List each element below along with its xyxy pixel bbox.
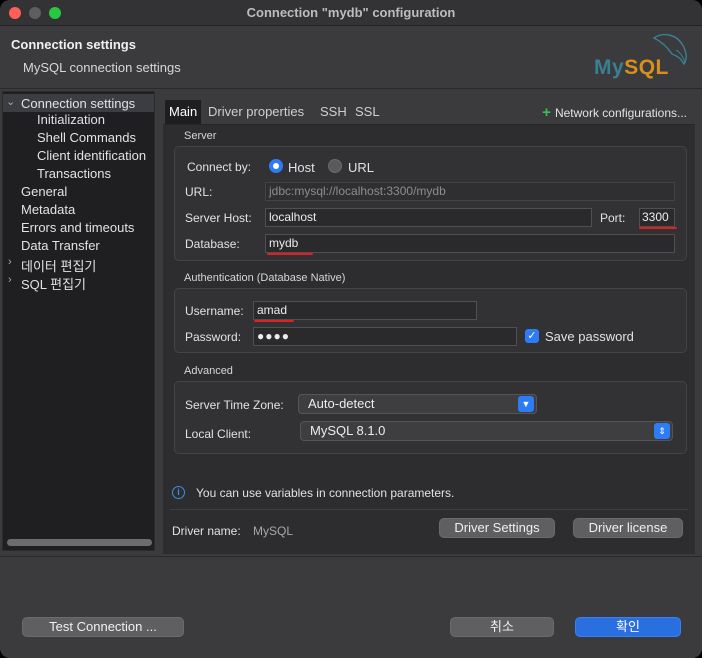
chevron-updown-icon[interactable]: ⇕ (654, 423, 670, 439)
server-group-label: Server (184, 130, 217, 142)
database-annotation-underline (267, 253, 313, 255)
timezone-select-value: Auto-detect (308, 396, 375, 411)
password-label: Password: (185, 330, 242, 344)
save-password-label[interactable]: Save password (545, 329, 634, 344)
ok-button[interactable]: 확인 (575, 617, 681, 637)
username-field[interactable]: amad (253, 301, 477, 320)
tab-ssl[interactable]: SSL (351, 100, 384, 124)
divider (170, 509, 688, 510)
sidebar-item-client-identification[interactable]: Client identification (37, 148, 146, 166)
test-connection-button[interactable]: Test Connection ... (22, 617, 184, 637)
dialog-footer: Test Connection ... 취소 확인 (0, 556, 702, 658)
local-client-select-value: MySQL 8.1.0 (310, 423, 386, 438)
database-label: Database: (185, 237, 240, 251)
username-annotation-underline (254, 320, 294, 322)
logo-sql: SQL (624, 56, 669, 79)
url-radio[interactable] (328, 159, 342, 173)
server-host-label: Server Host: (185, 211, 252, 225)
network-configurations-label: Network configurations... (554, 106, 687, 120)
driver-license-button[interactable]: Driver license (573, 518, 683, 538)
sidebar-item-general[interactable]: General (21, 184, 67, 202)
save-password-checkbox[interactable]: ✓ (525, 329, 539, 343)
variables-info-text: You can use variables in connection para… (196, 486, 455, 500)
tab-driver-properties[interactable]: Driver properties (204, 100, 308, 124)
sidebar-item-metadata[interactable]: Metadata (21, 202, 75, 220)
url-radio-label[interactable]: URL (348, 160, 374, 175)
url-field[interactable]: jdbc:mysql://localhost:3300/mydb (265, 182, 675, 201)
auth-group-label: Authentication (Database Native) (184, 272, 346, 284)
mysql-logo: MySQL (592, 30, 692, 80)
sidebar-item-data-transfer[interactable]: Data Transfer (21, 238, 100, 256)
sidebar-item-shell-commands[interactable]: Shell Commands (37, 130, 136, 148)
window-title: Connection "mydb" configuration (246, 5, 456, 20)
settings-sidebar: ⌄ Connection settings Initialization She… (2, 91, 155, 551)
title-bar: Connection "mydb" configuration (0, 0, 702, 26)
cancel-button[interactable]: 취소 (450, 617, 554, 637)
timezone-label: Server Time Zone: (185, 398, 284, 412)
advanced-group-label: Advanced (184, 365, 233, 377)
host-radio-label[interactable]: Host (288, 160, 315, 175)
password-field[interactable]: ●●●● (253, 327, 517, 346)
network-configurations-button[interactable]: + Network configurations... (542, 104, 687, 121)
local-client-label: Local Client: (185, 427, 252, 441)
sidebar-item-sql-editor[interactable]: › SQL 편집기 (3, 274, 154, 292)
host-radio[interactable] (269, 159, 283, 173)
timezone-select[interactable]: Auto-detect ▼ (298, 394, 537, 414)
sidebar-item-label: 데이터 편집기 (21, 259, 97, 274)
settings-tabs: Main Driver properties SSH SSL + Network … (165, 100, 695, 124)
url-label: URL: (185, 185, 213, 199)
username-label: Username: (185, 304, 244, 318)
port-field[interactable]: 3300 (639, 208, 675, 227)
chevron-down-icon[interactable]: ▼ (518, 396, 534, 412)
connect-by-label: Connect by: (187, 160, 252, 174)
chevron-down-icon[interactable]: ⌄ (6, 95, 15, 108)
mysql-wordmark: MySQL (594, 56, 669, 80)
sidebar-item-data-editor[interactable]: › 데이터 편집기 (3, 256, 154, 274)
server-host-field[interactable]: localhost (265, 208, 592, 227)
logo-my: My (594, 56, 625, 79)
sidebar-item-transactions[interactable]: Transactions (37, 166, 111, 184)
database-field[interactable]: mydb (265, 234, 675, 253)
sidebar-item-label: SQL 편집기 (21, 277, 87, 292)
port-label: Port: (600, 211, 626, 225)
driver-name-label: Driver name: (172, 524, 241, 538)
driver-name-value: MySQL (253, 524, 294, 538)
driver-settings-button[interactable]: Driver Settings (439, 518, 555, 538)
sidebar-item-connection-settings[interactable]: ⌄ Connection settings (3, 94, 154, 112)
header-title: Connection settings (11, 37, 136, 52)
main-tab-panel: Server Connect by: Host URL URL: jdbc:my… (163, 124, 695, 554)
port-annotation-underline (639, 227, 677, 229)
header-subtitle: MySQL connection settings (23, 60, 181, 75)
sidebar-item-label: Connection settings (21, 96, 136, 111)
plus-icon: + (542, 104, 551, 121)
sidebar-horizontal-scrollbar[interactable] (7, 539, 152, 546)
tab-ssh[interactable]: SSH (316, 100, 351, 124)
chevron-right-icon[interactable]: › (8, 256, 12, 268)
connection-config-window: Connection "mydb" configuration Connecti… (0, 0, 702, 658)
chevron-right-icon[interactable]: › (8, 274, 12, 286)
sidebar-item-errors-timeouts[interactable]: Errors and timeouts (21, 220, 134, 238)
advanced-group (174, 381, 687, 454)
local-client-select[interactable]: MySQL 8.1.0 ⇕ (300, 421, 673, 441)
sidebar-item-initialization[interactable]: Initialization (37, 112, 105, 130)
info-icon: i (172, 486, 185, 499)
tab-main[interactable]: Main (165, 100, 202, 124)
